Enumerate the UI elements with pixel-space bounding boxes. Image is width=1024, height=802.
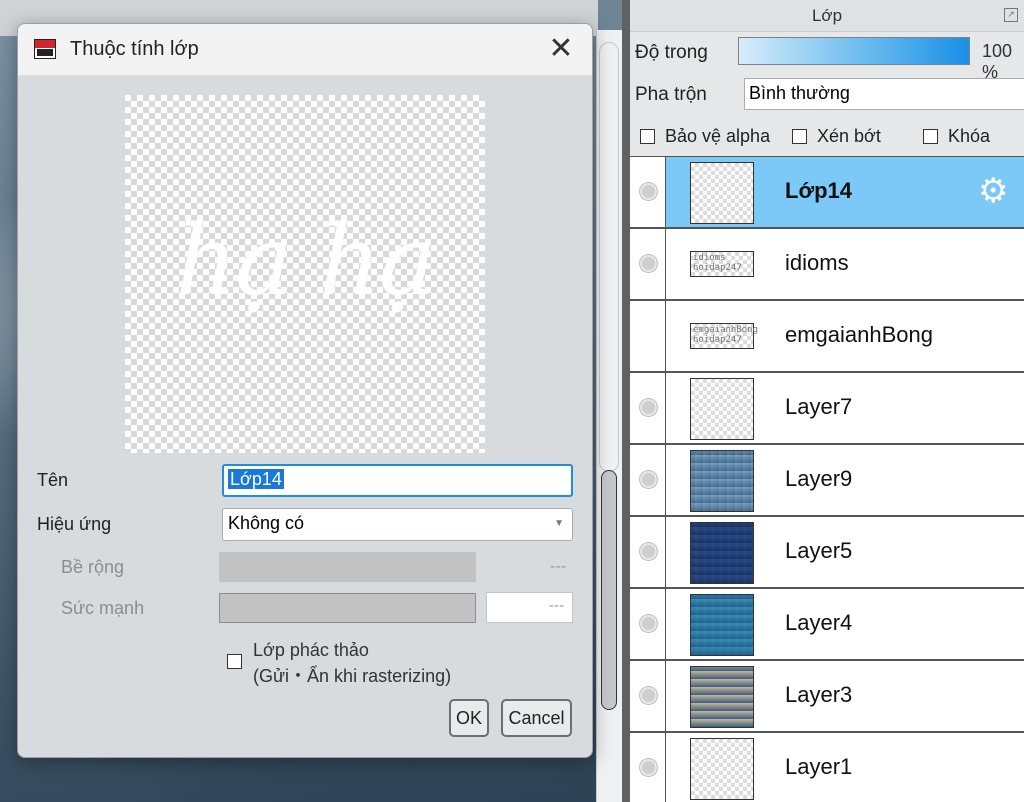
layer-thumbnail: emgaianhBong hoidap247	[690, 323, 758, 349]
opacity-slider[interactable]	[738, 37, 970, 65]
layer-name: idioms	[785, 250, 849, 275]
eye-icon	[640, 543, 657, 560]
canvas-scrollbar[interactable]	[596, 30, 622, 802]
visibility-toggle[interactable]	[630, 229, 666, 299]
layer-thumbnail	[690, 162, 754, 224]
layer-row[interactable]: Layer1	[630, 732, 1024, 802]
chevron-down-icon: ▼	[554, 518, 564, 529]
eye-icon	[640, 399, 657, 416]
scrollbar-thumb[interactable]	[601, 470, 617, 710]
strength-value-field: ---	[486, 592, 573, 623]
strength-slider	[219, 593, 476, 623]
close-icon[interactable]: ✕	[544, 33, 578, 67]
draft-layer-checkbox[interactable]	[227, 654, 242, 669]
ok-button[interactable]: OK	[449, 699, 489, 737]
panel-title: Lớp ↗	[630, 0, 1024, 32]
width-value: ---	[550, 557, 567, 575]
dialog-title: Thuộc tính lớp	[70, 38, 199, 60]
blend-label: Pha trộn	[635, 84, 707, 105]
layer-name: Layer1	[785, 754, 853, 779]
clipping-checkbox[interactable]	[792, 129, 807, 144]
layer-thumbnail	[690, 594, 754, 656]
popout-icon[interactable]: ↗	[1004, 8, 1018, 22]
gear-icon[interactable]: ⚙	[978, 174, 1008, 208]
lock-checkbox[interactable]	[923, 129, 938, 144]
width-label: Bề rộng	[61, 557, 125, 577]
layer-thumbnail	[690, 450, 754, 512]
opacity-label: Độ trong	[635, 42, 708, 63]
layer-thumbnail	[690, 378, 754, 440]
layer-name: Lớp14	[785, 178, 852, 203]
eye-icon	[640, 183, 657, 200]
clipping-label: Xén bớt	[817, 126, 881, 146]
layer-preview: hạ hạ	[125, 95, 485, 453]
thumbnail-text: idioms hoidap247	[693, 253, 742, 273]
effect-selected-value: Không có	[228, 513, 305, 533]
layer-name: Layer9	[785, 466, 853, 491]
layer-row[interactable]: Layer5	[630, 516, 1024, 588]
visibility-toggle[interactable]	[630, 733, 666, 802]
protect-alpha-label: Bảo vệ alpha	[665, 126, 771, 146]
panel-title-text: Lớp	[811, 6, 843, 25]
visibility-toggle[interactable]	[630, 445, 666, 515]
preview-content: hạ hạ	[175, 205, 437, 317]
layer-name: emgaianhBong	[785, 322, 934, 347]
visibility-toggle[interactable]	[630, 661, 666, 731]
name-label: Tên	[37, 470, 69, 490]
layer-name: Layer5	[785, 538, 853, 563]
layer-row[interactable]: Layer4	[630, 588, 1024, 660]
layer-thumbnail: idioms hoidap247	[690, 251, 754, 277]
thumbnail-text: emgaianhBong hoidap247	[693, 325, 759, 345]
visibility-toggle[interactable]	[630, 589, 666, 659]
visibility-toggle[interactable]	[630, 517, 666, 587]
width-slider	[219, 552, 476, 582]
eye-icon	[640, 255, 657, 272]
layer-row[interactable]: Lớp14 ⚙	[630, 156, 1024, 228]
selected-text: Lớp14	[228, 469, 284, 489]
eye-icon	[640, 471, 657, 488]
layer-name: Layer7	[785, 394, 853, 419]
eye-icon	[640, 759, 657, 776]
layer-name-input[interactable]: Lớp14	[222, 464, 573, 497]
dialog-titlebar[interactable]: Thuộc tính lớp ✕	[18, 24, 592, 76]
layer-list: Lớp14 ⚙ idioms hoidap247 idioms emgaianhBong…	[630, 156, 1024, 802]
protect-alpha-checkbox[interactable]	[640, 129, 655, 144]
layer-name: Layer3	[785, 682, 853, 707]
layer-properties-dialog: Thuộc tính lớp ✕ hạ hạ Tên Lớp14 Hiệu ứn…	[17, 23, 593, 758]
layer-row[interactable]: idioms hoidap247 idioms	[630, 228, 1024, 300]
cancel-button[interactable]: Cancel	[501, 699, 572, 737]
layer-row[interactable]: Layer9	[630, 444, 1024, 516]
visibility-toggle[interactable]	[630, 301, 666, 371]
layer-row[interactable]: emgaianhBong hoidap247 emgaianhBong	[630, 300, 1024, 372]
layer-panel: Lớp ↗ Độ trong 100 % Pha trộn Bình thườn…	[630, 0, 1024, 802]
blend-mode-dropdown[interactable]: Bình thường	[744, 78, 1024, 110]
layer-thumbnail	[690, 522, 754, 584]
effect-label: Hiệu ứng	[37, 514, 112, 534]
layer-name: Layer4	[785, 610, 853, 635]
layer-thumbnail	[690, 666, 754, 728]
visibility-toggle[interactable]	[630, 373, 666, 443]
layer-thumbnail	[690, 738, 754, 800]
layer-row[interactable]: Layer3	[630, 660, 1024, 732]
app-logo-icon	[34, 39, 56, 59]
panel-divider[interactable]	[622, 0, 630, 802]
draft-layer-label: Lớp phác thảo	[253, 640, 369, 660]
eye-icon	[640, 687, 657, 704]
effect-dropdown[interactable]: Không có ▼	[222, 508, 573, 541]
eye-icon	[640, 615, 657, 632]
layer-row[interactable]: Layer7	[630, 372, 1024, 444]
strength-label: Sức mạnh	[61, 598, 145, 618]
lock-label: Khóa	[948, 126, 991, 146]
blend-mode-value: Bình thường	[749, 83, 850, 103]
scrollbar-track	[599, 42, 619, 472]
opacity-value: 100 %	[982, 41, 1013, 82]
draft-layer-note: (Gửi・Ẩn khi rasterizing)	[253, 666, 452, 686]
visibility-toggle[interactable]	[630, 157, 666, 227]
